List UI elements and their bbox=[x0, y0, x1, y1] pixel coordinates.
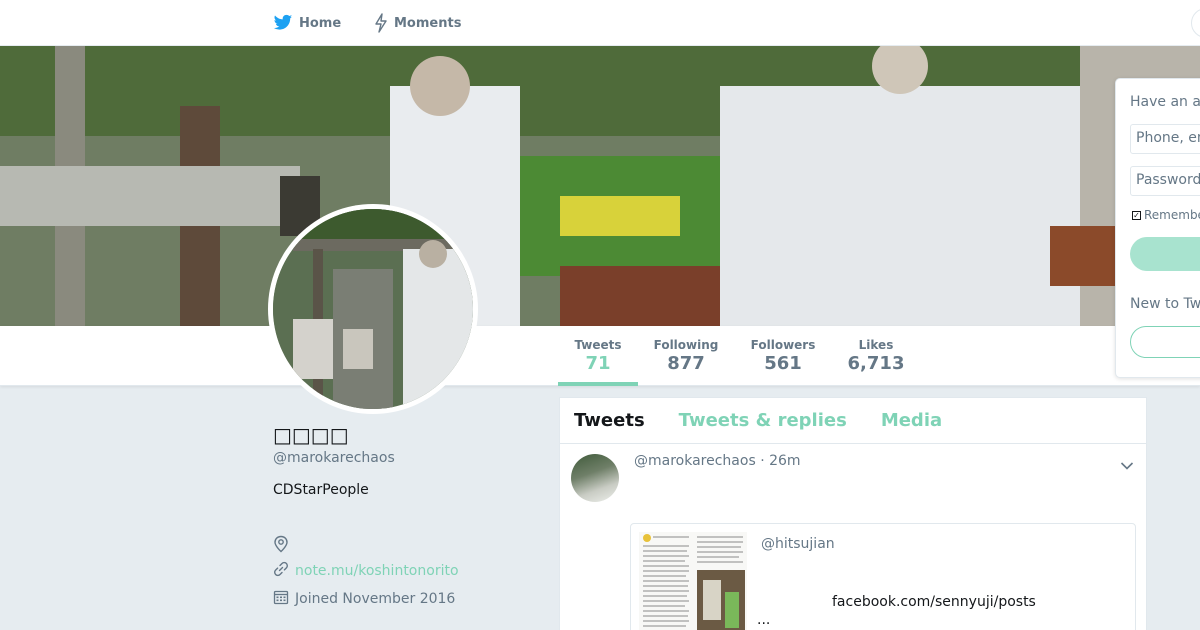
login-title: Have an a bbox=[1130, 94, 1200, 110]
stat-value: 6,713 bbox=[847, 353, 905, 374]
profile-name: □□□□ bbox=[273, 423, 349, 447]
link-icon bbox=[273, 561, 289, 581]
tab-tweets-replies[interactable]: Tweets & replies bbox=[679, 410, 847, 431]
login-button[interactable] bbox=[1130, 237, 1200, 271]
card-url[interactable]: facebook.com/sennyuji/posts bbox=[832, 594, 1036, 610]
profile-website: note.mu/koshintonorito bbox=[273, 561, 459, 581]
avatar-image bbox=[273, 209, 473, 409]
phone-field[interactable]: Phone, em bbox=[1130, 124, 1200, 154]
map-pin-icon bbox=[273, 535, 289, 557]
profile-location bbox=[273, 535, 289, 557]
profile-banner bbox=[0, 46, 1200, 326]
stat-likes[interactable]: Likes 6,713 bbox=[836, 338, 916, 374]
profile-joined: Joined November 2016 bbox=[273, 589, 455, 609]
top-right-button[interactable] bbox=[1191, 8, 1200, 38]
card-handle: @hitsujian bbox=[761, 536, 835, 552]
remember-checkbox[interactable]: ✓ bbox=[1132, 210, 1141, 220]
timeline: Tweets Tweets & replies Media @marokarec… bbox=[559, 397, 1147, 630]
password-field[interactable]: Password bbox=[1130, 166, 1200, 196]
stat-label: Likes bbox=[858, 338, 894, 352]
profile-nav: Tweets 71 Following 877 Followers 561 Li… bbox=[0, 326, 1200, 386]
profile-handle[interactable]: @marokarechaos bbox=[273, 450, 395, 466]
profile-bio: CDStarPeople bbox=[273, 482, 369, 498]
stat-followers[interactable]: Followers 561 bbox=[743, 338, 823, 374]
stat-label: Followers bbox=[750, 338, 816, 352]
stat-tweets[interactable]: Tweets 71 bbox=[558, 338, 638, 386]
link-card[interactable]: @hitsujian facebook.com/sennyuji/posts .… bbox=[630, 523, 1136, 630]
stat-label: Following bbox=[653, 338, 719, 352]
nav-home[interactable]: Home bbox=[273, 12, 341, 34]
card-ellipsis: ... bbox=[757, 612, 771, 628]
tab-tweets[interactable]: Tweets bbox=[574, 410, 645, 431]
tweet[interactable]: @marokarechaos · 26m @hitsujian facebook… bbox=[560, 444, 1146, 630]
twitter-bird-icon bbox=[273, 14, 293, 32]
stat-value: 561 bbox=[764, 353, 802, 374]
stat-following[interactable]: Following 877 bbox=[646, 338, 726, 374]
chevron-down-icon[interactable] bbox=[1120, 456, 1134, 475]
stat-label: Tweets bbox=[574, 338, 622, 352]
nav-moments-label: Moments bbox=[394, 15, 462, 31]
remember-label: Remembe bbox=[1144, 208, 1200, 222]
website-link[interactable]: note.mu/koshintonorito bbox=[295, 563, 459, 579]
tab-media[interactable]: Media bbox=[881, 410, 942, 431]
tweet-header[interactable]: @marokarechaos · 26m bbox=[634, 453, 801, 469]
joined-date: Joined November 2016 bbox=[295, 591, 456, 607]
login-panel: Have an a Phone, em Password ✓ Remembe N… bbox=[1115, 78, 1200, 378]
nav-moments[interactable]: Moments bbox=[374, 12, 461, 34]
remember-me[interactable]: ✓ Remembe bbox=[1132, 208, 1200, 222]
card-thumbnail bbox=[639, 532, 747, 630]
profile-avatar[interactable] bbox=[268, 204, 478, 414]
lightning-icon bbox=[374, 13, 388, 33]
tweet-avatar[interactable] bbox=[571, 454, 619, 502]
stat-value: 71 bbox=[585, 353, 611, 374]
new-to-twitter: New to Tw bbox=[1130, 296, 1200, 312]
banner-image bbox=[0, 46, 1200, 326]
signup-button[interactable] bbox=[1130, 326, 1200, 358]
nav-home-label: Home bbox=[299, 15, 342, 31]
stat-value: 877 bbox=[667, 353, 705, 374]
calendar-icon bbox=[273, 589, 289, 609]
top-nav: Home Moments bbox=[0, 0, 1200, 46]
timeline-tabs: Tweets Tweets & replies Media bbox=[560, 398, 1146, 444]
